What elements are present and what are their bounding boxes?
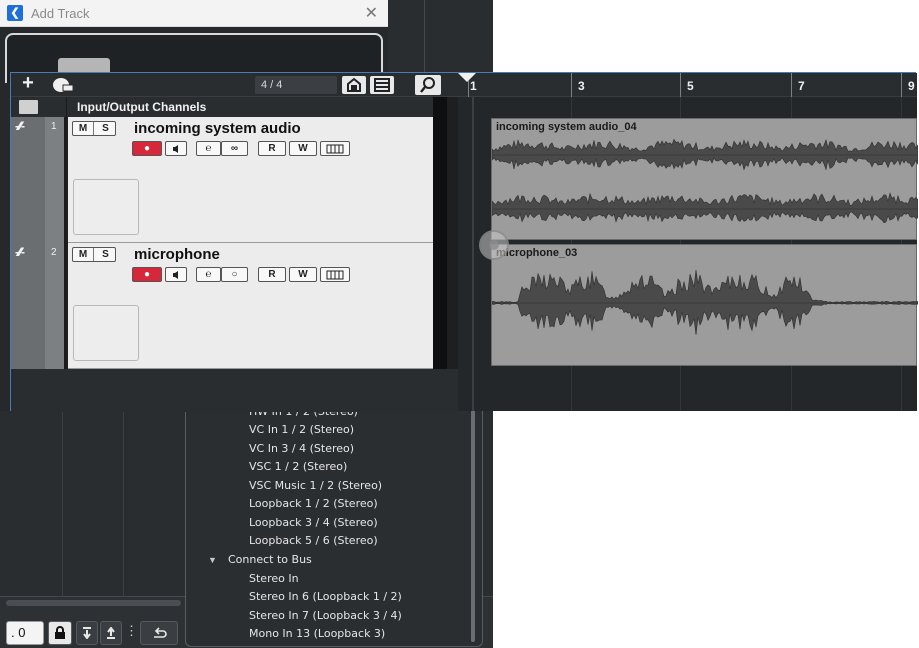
menu-item[interactable]: Loopback 5 / 6 (Stereo) <box>249 534 378 547</box>
track-number: 1 <box>51 121 57 132</box>
lanes-icon[interactable] <box>320 267 350 282</box>
audio-event[interactable]: incoming system audio_04 <box>491 118 918 240</box>
menu-item[interactable]: Stereo In <box>249 572 299 585</box>
track-type-strip: -⁄⁄⁄- <box>11 117 45 243</box>
folder-track-name[interactable]: Input/Output Channels <box>77 100 206 114</box>
ruler-bar-label: 9 <box>908 79 915 93</box>
track-number-strip <box>45 117 66 243</box>
monitor-button[interactable] <box>165 141 187 156</box>
ruler-tick <box>791 73 792 97</box>
snap-up-icon[interactable] <box>100 621 122 645</box>
menu-item[interactable]: VSC Music 1 / 2 (Stereo) <box>249 479 382 492</box>
menu-item[interactable]: VC In 1 / 2 (Stereo) <box>249 423 354 436</box>
ruler-tick <box>571 73 572 97</box>
search-icon[interactable] <box>415 75 441 95</box>
track-name[interactable]: microphone <box>134 246 220 263</box>
menu-item[interactable]: Mono In 13 (Loopback 3) <box>249 627 385 640</box>
add-folder-icon[interactable] <box>49 76 75 94</box>
cubase-logo-icon: ❮ <box>7 5 23 21</box>
monitor-button[interactable] <box>165 267 187 282</box>
menu-item[interactable]: VC In 3 / 4 (Stereo) <box>249 442 354 455</box>
close-icon[interactable]: ✕ <box>365 3 378 23</box>
track-header[interactable]: M S microphone ● ℮ ○ R W <box>68 243 433 369</box>
playhead-marker-icon[interactable] <box>458 73 476 82</box>
menu-item[interactable]: Stereo In 6 (Loopback 1 / 2) <box>249 590 402 603</box>
waveform <box>492 269 918 335</box>
menu-item[interactable]: Loopback 3 / 4 (Stereo) <box>249 516 378 529</box>
track-number-strip <box>45 243 66 369</box>
snap-down-icon[interactable] <box>76 621 98 645</box>
menu-scrollbar[interactable] <box>471 410 475 642</box>
cycle-icon[interactable] <box>140 621 178 645</box>
audio-track[interactable]: -⁄⁄⁄- 2 M S microphone ● ℮ ○ R W <box>11 243 433 369</box>
track-picture[interactable] <box>73 305 139 361</box>
track-name[interactable]: incoming system audio <box>134 120 301 137</box>
dialog-titlebar: ❮ Add Track ✕ <box>0 0 388 27</box>
ruler-bar-label: 5 <box>687 79 694 93</box>
project-cursor <box>472 97 474 411</box>
solo-button[interactable]: S <box>95 248 116 261</box>
track-header[interactable]: M S incoming system audio ● ℮ ∞ R W <box>68 117 433 243</box>
read-automation-button[interactable]: R <box>258 267 286 282</box>
timeline-ruler[interactable]: 1 3 5 7 9 <box>458 73 917 97</box>
track-type-strip: -⁄⁄⁄- <box>11 243 45 369</box>
waveform <box>492 138 918 224</box>
divider <box>66 97 67 117</box>
add-track-button[interactable]: + <box>19 73 37 93</box>
background-panel <box>388 0 493 72</box>
mute-solo-group: M S <box>72 121 116 136</box>
track-list-icon[interactable] <box>370 76 394 94</box>
lock-icon[interactable] <box>48 621 72 645</box>
mute-button[interactable]: M <box>73 122 94 135</box>
edit-channel-button[interactable]: ℮ <box>196 141 221 156</box>
record-enable-button[interactable]: ● <box>132 141 162 156</box>
folder-icon <box>19 100 38 114</box>
menu-group-header[interactable]: Connect to Bus <box>228 553 312 566</box>
horizontal-scrollbar[interactable] <box>6 600 181 606</box>
read-automation-button[interactable]: R <box>258 141 286 156</box>
dialog-title: Add Track <box>31 6 90 21</box>
divider <box>424 0 425 72</box>
divider <box>123 411 124 596</box>
mute-button[interactable]: M <box>73 248 94 261</box>
track-picture[interactable] <box>73 179 139 235</box>
link-icon[interactable]: ○ <box>221 267 248 282</box>
divider <box>62 411 63 596</box>
ruler-tick <box>901 73 902 97</box>
write-automation-button[interactable]: W <box>289 141 317 156</box>
mute-solo-group: M S <box>72 247 116 262</box>
track-list-toolbar: + 4 / 4 <box>11 73 458 97</box>
drag-cursor-icon <box>479 230 509 260</box>
ruler-bar-label: 7 <box>798 79 805 93</box>
project-window: + 4 / 4 Input/Output Channels -⁄⁄⁄- 1 M … <box>10 72 918 412</box>
lanes-icon[interactable] <box>320 141 350 156</box>
track-list-scrollbar[interactable] <box>433 97 447 369</box>
menu-item[interactable]: Loopback 1 / 2 (Stereo) <box>249 497 378 510</box>
record-enable-button[interactable]: ● <box>132 267 162 282</box>
track-number: 2 <box>51 247 57 258</box>
audio-event[interactable]: microphone_03 <box>491 244 918 366</box>
track-count-display: 4 / 4 <box>255 76 337 94</box>
menu-item[interactable]: Stereo In 7 (Loopback 3 / 4) <box>249 609 402 622</box>
audio-wave-icon: -⁄⁄⁄- <box>15 119 25 133</box>
collapse-arrow-icon[interactable]: ▼ <box>208 555 217 565</box>
menu-item[interactable]: VSC 1 / 2 (Stereo) <box>249 460 347 473</box>
ruler-bar-label: 3 <box>578 79 585 93</box>
position-counter[interactable]: . 0 <box>6 621 44 645</box>
ruler-tick <box>680 73 681 97</box>
visibility-icon[interactable] <box>342 76 366 94</box>
separator-icon: ⋮ <box>125 623 138 638</box>
write-automation-button[interactable]: W <box>289 267 317 282</box>
folder-track[interactable]: Input/Output Channels <box>11 97 447 117</box>
audio-event-name: incoming system audio_04 <box>496 121 637 133</box>
edit-channel-button[interactable]: ℮ <box>196 267 221 282</box>
link-icon[interactable]: ∞ <box>221 141 248 156</box>
solo-button[interactable]: S <box>95 122 116 135</box>
input-routing-menu: HW In 1 / 2 (Stereo) VC In 1 / 2 (Stereo… <box>185 400 483 647</box>
audio-track[interactable]: -⁄⁄⁄- 1 M S incoming system audio ● ℮ ∞ … <box>11 117 433 243</box>
track-list-empty-area <box>11 369 458 412</box>
audio-wave-icon: -⁄⁄⁄- <box>15 245 25 259</box>
